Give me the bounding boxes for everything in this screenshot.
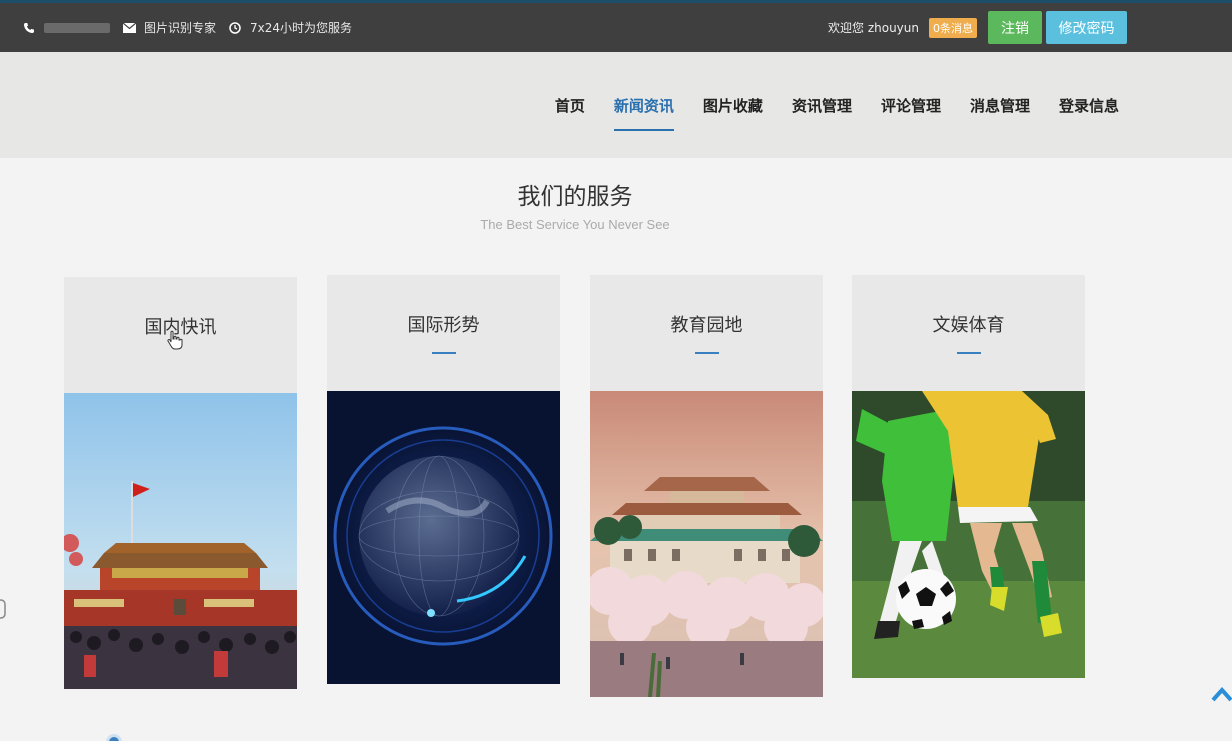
tiananmen-image[interactable] xyxy=(64,393,297,689)
nav-news[interactable]: 新闻资讯 xyxy=(613,52,674,158)
card-title[interactable]: 国际形势 xyxy=(327,311,560,337)
service-hours: 7x24小时为您服务 xyxy=(250,21,353,35)
hand-cursor-icon xyxy=(167,330,183,350)
site-name: 图片识别专家 xyxy=(144,21,217,35)
card-header: 教育园地 xyxy=(590,275,823,391)
nav-message-management[interactable]: 消息管理 xyxy=(970,52,1030,158)
main-navbar: 首页 新闻资讯 图片收藏 资讯管理 评论管理 消息管理 登录信息 xyxy=(0,52,1232,158)
nav-image-favorites[interactable]: 图片收藏 xyxy=(703,52,763,158)
top-bar: 图片识别专家 7x24小时为您服务 欢迎您 zhouyun 0条消息 注销 修改… xyxy=(0,0,1232,52)
side-handle-icon[interactable] xyxy=(0,598,8,622)
pagination-dot[interactable] xyxy=(106,734,122,741)
digital-globe-image[interactable] xyxy=(327,391,560,684)
nav-login-info[interactable]: 登录信息 xyxy=(1059,52,1119,158)
phone-icon xyxy=(22,21,36,35)
card-title[interactable]: 教育园地 xyxy=(590,311,823,337)
card-accent-line xyxy=(956,352,981,354)
services-title: 我们的服务 xyxy=(517,184,633,210)
card-header: 文娱体育 xyxy=(852,275,1085,391)
mail-icon xyxy=(122,21,136,35)
nav-news-management[interactable]: 资讯管理 xyxy=(792,52,852,158)
phone-number-masked xyxy=(44,22,110,33)
service-card-international[interactable]: 国际形势 xyxy=(327,275,560,684)
service-card-education[interactable]: 教育园地 xyxy=(590,275,823,697)
user-area: 欢迎您 zhouyun 0条消息 注销 修改密码 xyxy=(828,3,1232,52)
services-subtitle: The Best Service You Never See xyxy=(480,217,670,232)
card-title[interactable]: 文娱体育 xyxy=(852,311,1085,337)
messages-badge[interactable]: 0条消息 xyxy=(929,17,977,38)
kids-soccer-image[interactable] xyxy=(852,391,1085,678)
nav-home[interactable]: 首页 xyxy=(555,52,585,158)
change-password-button[interactable]: 修改密码 xyxy=(1046,11,1127,44)
campus-blossom-image[interactable] xyxy=(590,391,823,697)
nav-comment-management[interactable]: 评论管理 xyxy=(881,52,941,158)
main-nav: 首页 新闻资讯 图片收藏 资讯管理 评论管理 消息管理 登录信息 xyxy=(526,52,1119,158)
contact-info: 图片识别专家 7x24小时为您服务 xyxy=(22,3,364,52)
card-accent-line xyxy=(431,352,456,354)
logout-button[interactable]: 注销 xyxy=(988,11,1042,44)
welcome-text: 欢迎您 zhouyun xyxy=(828,21,919,35)
service-card-sports[interactable]: 文娱体育 xyxy=(852,275,1085,678)
card-accent-line xyxy=(694,352,719,354)
clock-icon xyxy=(228,21,242,35)
back-to-top-icon[interactable] xyxy=(1211,686,1232,702)
card-header: 国际形势 xyxy=(327,275,560,391)
